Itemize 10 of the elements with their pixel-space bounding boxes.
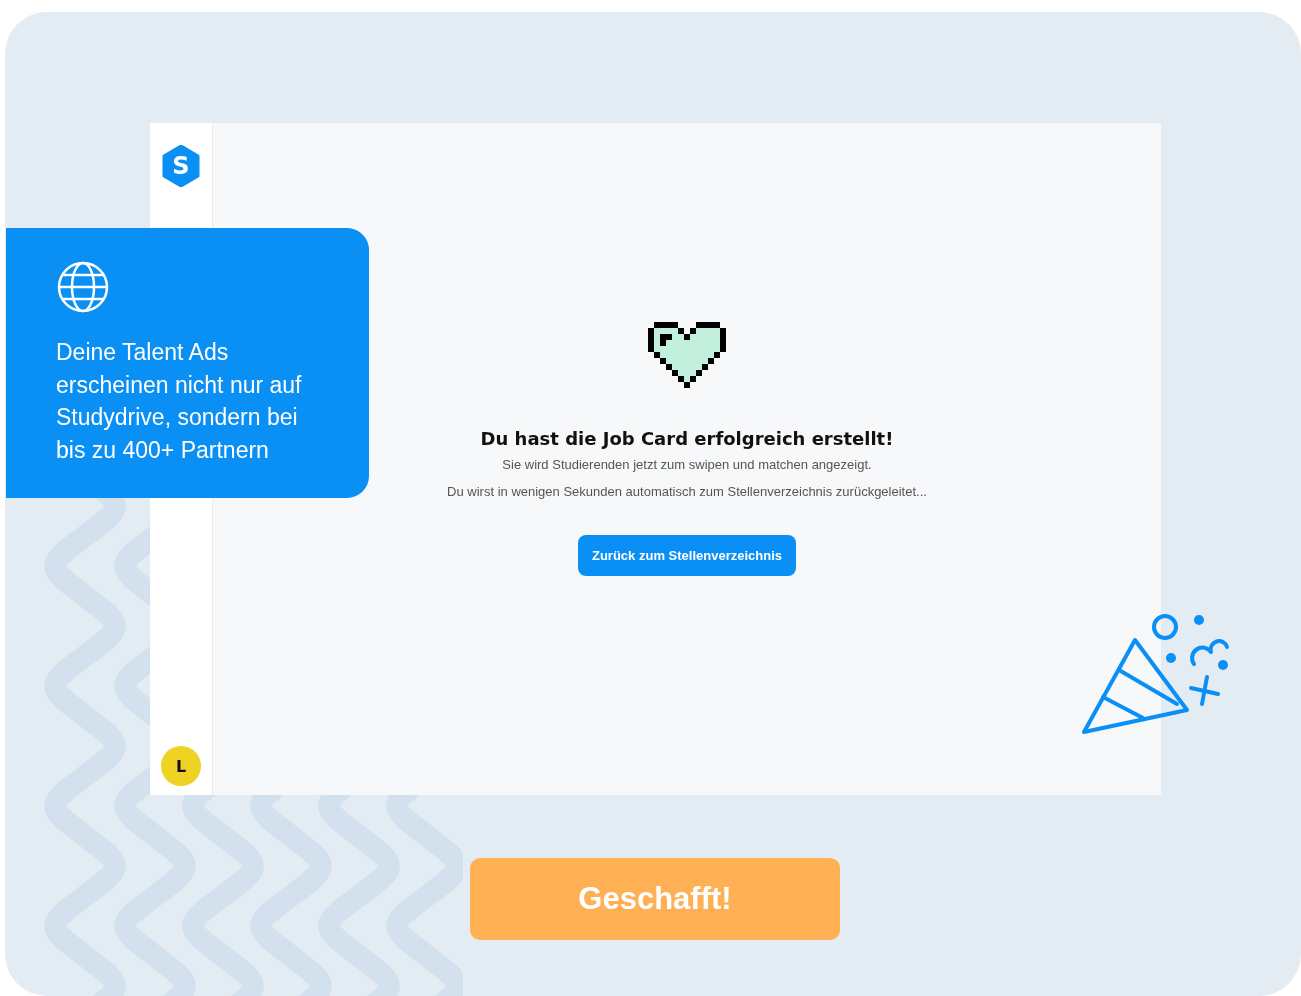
done-button[interactable]: Geschafft! <box>470 858 840 940</box>
success-title: Du hast die Job Card erfolgreich erstellt! <box>480 428 894 449</box>
pixel-heart-icon <box>648 322 726 388</box>
redirect-note: Du wirst in wenigen Sekunden automatisch zum Stellenverzeichnis zurückgeleitet... <box>447 484 927 500</box>
success-message: Sie wird Studierenden jetzt zum swipen und matchen angezeigt. <box>502 457 872 473</box>
user-avatar[interactable]: L <box>161 746 201 786</box>
logo[interactable]: S <box>162 145 200 187</box>
back-to-jobs-button[interactable]: Zurück zum Stellenverzeichnis <box>578 535 796 576</box>
globe-icon <box>56 260 110 314</box>
callout-text: Deine Talent Ads erscheinen nicht nur auf Studydrive, sondern bei bis zu 400+ Partnern <box>56 338 303 465</box>
